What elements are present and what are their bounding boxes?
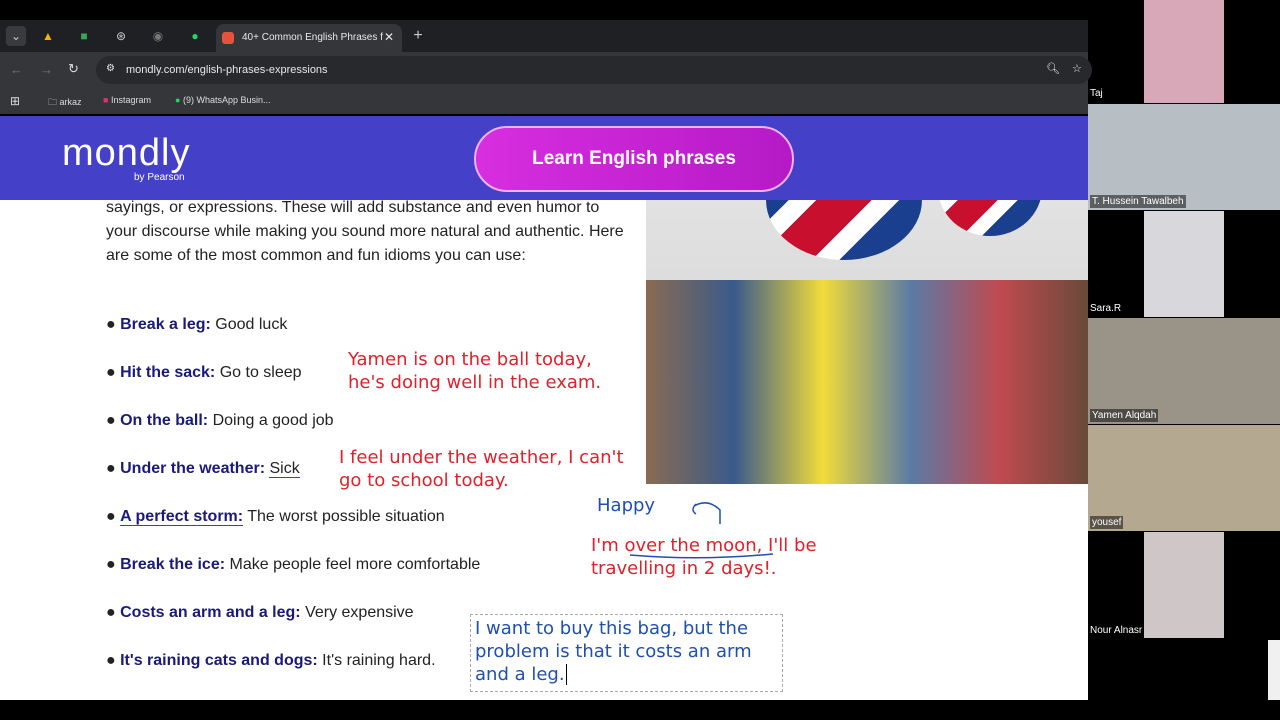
bookmark-arkaz[interactable]: 🗀 arkaz (48, 95, 82, 111)
chatgpt-tab[interactable]: ⊛ (111, 26, 131, 46)
idiom-item: ● Break the ice: Make people feel more c… (106, 556, 481, 573)
tab-search-button[interactable]: ⌄ (6, 26, 26, 46)
text-annotation-box[interactable]: I want to buy this bag, but the problem … (470, 614, 783, 692)
learn-english-phrases-button[interactable]: Learn English phrases (474, 126, 794, 192)
video-tile[interactable]: yousef (1088, 425, 1280, 531)
new-tab-button[interactable]: + (408, 26, 428, 46)
site-info-icon[interactable]: ⚙ (106, 63, 115, 74)
participant-name: yousef (1090, 516, 1124, 529)
bookmark-star-icon[interactable]: ☆ (1072, 62, 1082, 75)
idiom-item: ● Break a leg: Good luck (106, 316, 288, 333)
idiom-item: ● Hit the sack: Go to sleep (106, 364, 302, 381)
active-tab[interactable]: 40+ Common English Phrases f ✕ (216, 24, 402, 52)
back-icon[interactable]: ← (10, 62, 23, 77)
participant-name: Taj (1090, 88, 1103, 99)
address-bar-row: ← → ↻ ⚙ mondly.com/english-phrases-expre… (0, 52, 1092, 88)
site-header: mondly by Pearson Learn English phrases (0, 116, 1088, 200)
bookmark-whatsapp[interactable]: ● (9) WhatsApp Busin... (175, 95, 271, 105)
idiom-item: ● It's raining cats and dogs: It's raini… (106, 652, 436, 669)
participant-name: Nour Alnasr (1090, 625, 1143, 636)
idiom-item: ● Costs an arm and a leg: Very expensive (106, 604, 414, 621)
zoom-icon[interactable]: 🔍︎ (1046, 62, 1060, 75)
annotation-under-weather: I feel under the weather, I can't go to s… (339, 447, 624, 491)
mondly-logo[interactable]: mondly by Pearson (62, 132, 191, 183)
whatsapp-tab[interactable]: ● (185, 26, 205, 46)
forward-icon[interactable]: → (40, 62, 53, 77)
idiom-item: ● A perfect storm: The worst possible si… (106, 508, 445, 526)
idiom-item: ● Under the weather: Sick (106, 460, 300, 478)
tab-title: 40+ Common English Phrases f (242, 32, 383, 43)
participant-name: Yamen Alqdah (1090, 409, 1159, 422)
video-tile[interactable] (1144, 532, 1224, 638)
url-input[interactable]: ⚙ mondly.com/english-phrases-expressions… (96, 56, 1092, 84)
close-tab-icon[interactable]: ✕ (384, 30, 394, 44)
intro-paragraph: sayings, or expressions. These will add … (106, 199, 624, 264)
url-text: mondly.com/english-phrases-expressions (126, 64, 328, 76)
apps-icon[interactable]: ⊞ (10, 94, 20, 108)
annotation-on-the-ball: Yamen is on the ball today, he's doing we… (348, 349, 602, 393)
video-tile[interactable]: Yamen Alqdah (1088, 318, 1280, 424)
idiom-item: ● On the ball: Doing a good job (106, 412, 334, 429)
participant-name: T. Hussein Tawalbeh (1090, 195, 1186, 208)
globe-tab[interactable]: ◉ (148, 26, 168, 46)
mondly-favicon-icon (222, 32, 234, 44)
google-drive-tab[interactable]: ▲ (38, 26, 58, 46)
video-tile[interactable] (1144, 211, 1224, 317)
participant-name: Sara.R (1090, 303, 1122, 314)
reload-icon[interactable]: ↻ (68, 61, 79, 77)
bookmark-instagram[interactable]: ■ Instagram (103, 95, 151, 105)
annotation-happy: Happy (597, 495, 656, 516)
arrow-scribble-icon (692, 502, 721, 524)
scrollbar[interactable] (1268, 640, 1280, 700)
video-tile[interactable] (1144, 0, 1224, 103)
web-page: sayings, or expressions. These will add … (0, 116, 1088, 700)
people-flags-image (646, 140, 1088, 484)
video-tile[interactable]: T. Hussein Tawalbeh (1088, 104, 1280, 210)
sheets-tab[interactable]: ■ (74, 26, 94, 46)
bookmarks-bar: ⊞ 🗀 arkaz ■ Instagram ● (9) WhatsApp Bus… (0, 88, 1088, 114)
people-sitting-photo (646, 280, 1088, 484)
tab-strip: ⌄ ▲ ■ ⊛ ◉ ● 40+ Common English Phrases f… (0, 20, 1088, 52)
underline-scribble (629, 553, 774, 559)
